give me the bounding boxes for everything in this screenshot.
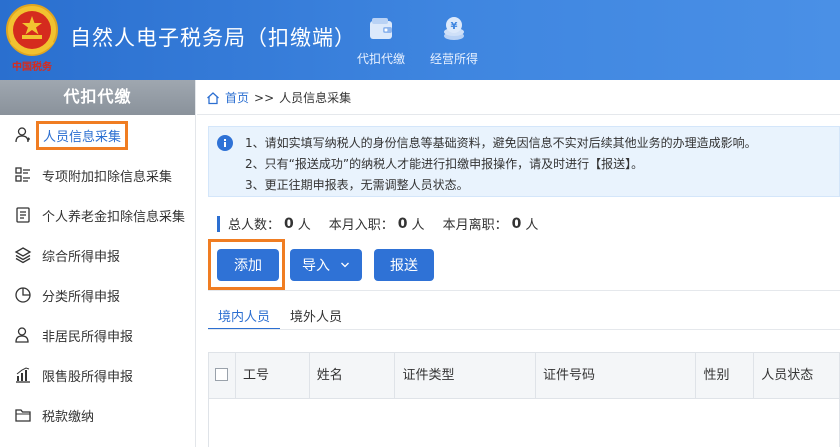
column-header[interactable]: 证件号码 (536, 353, 697, 399)
tab-domestic[interactable]: 境内人员 (208, 298, 281, 330)
personnel-tabs: 境内人员 境外人员 (208, 298, 352, 330)
column-header[interactable]: 工号 (236, 353, 310, 399)
notice-box: 1、请如实填写纳税人的身份信息等基础资料，避免因信息不实对后续其他业务的办理造成… (208, 126, 840, 197)
nav-withholding[interactable]: 代扣代缴 (346, 10, 416, 67)
sidebar-item-label: 限售股所得申报 (42, 369, 134, 385)
document-icon (16, 207, 30, 223)
sidebar: 代扣代缴 人员信息采集 专项附加扣除信息采集 个人养老金扣除信息采集 综合所得申… (0, 80, 196, 447)
import-button-label: 导入 (302, 258, 330, 274)
sidebar-item-label: 综合所得申报 (42, 249, 121, 265)
hired-label: 本月入职： (328, 218, 394, 233)
sidebar-title: 代扣代缴 (0, 80, 195, 115)
list-icon (15, 167, 30, 182)
sidebar-item-pension-deduction[interactable]: 个人养老金扣除信息采集 (0, 195, 195, 235)
stats-accent-bar (217, 215, 220, 232)
home-icon (207, 91, 219, 104)
personnel-table: 工号 姓名 证件类型 证件号码 性别 人员状态 (208, 352, 840, 447)
import-button[interactable]: 导入 (290, 249, 362, 281)
app-header: 中国税务 自然人电子税务局（扣缴端） 代扣代缴 ¥ 经营所得 (0, 0, 840, 80)
notice-line: 2、只有“报送成功”的纳税人才能进行扣缴申报操作，请及时进行【报送】。 (245, 157, 644, 171)
total-value: 0 (284, 215, 294, 232)
breadcrumb: 首页 >> 人员信息采集 (206, 89, 351, 106)
sidebar-item-label: 税款缴纳 (42, 409, 95, 425)
personnel-stats: 总人数： 0 人 本月入职： 0 人 本月离职： 0 人 (217, 214, 538, 233)
breadcrumb-home-link[interactable]: 首页 (225, 89, 249, 106)
main-content: 首页 >> 人员信息采集 1、请如实填写纳税人的身份信息等基础资料，避免因信息不… (197, 80, 840, 447)
wallet-icon (370, 18, 392, 39)
tabs-underline (208, 329, 840, 330)
total-unit: 人 (297, 218, 311, 233)
column-header[interactable]: 证件类型 (395, 353, 536, 399)
sidebar-item-label: 个人养老金扣除信息采集 (42, 209, 186, 225)
hired-value: 0 (397, 215, 408, 232)
add-button[interactable]: 添加 (217, 249, 279, 281)
breadcrumb-separator: >> (254, 90, 275, 105)
sidebar-item-personnel-info[interactable]: 人员信息采集 (0, 115, 195, 155)
report-button[interactable]: 报送 (374, 249, 434, 281)
divider (208, 290, 840, 291)
nav-withholding-label: 代扣代缴 (356, 52, 405, 66)
hired-unit: 人 (411, 218, 425, 233)
nav-business-income[interactable]: ¥ 经营所得 (419, 10, 489, 67)
tax-emblem-logo: 中国税务 (6, 4, 58, 73)
sidebar-item-special-deduction[interactable]: 专项附加扣除信息采集 (0, 155, 195, 195)
app-title: 自然人电子税务局（扣缴端） (70, 26, 356, 50)
tab-overseas[interactable]: 境外人员 (280, 298, 352, 330)
sidebar-item-classified-income[interactable]: 分类所得申报 (0, 275, 195, 315)
total-label: 总人数： (228, 218, 281, 233)
column-header[interactable]: 姓名 (310, 353, 396, 399)
sidebar-item-label: 专项附加扣除信息采集 (42, 169, 173, 185)
left-value: 0 (511, 215, 522, 232)
coins-icon: ¥ (444, 17, 464, 40)
sidebar-item-comprehensive-income[interactable]: 综合所得申报 (0, 235, 195, 275)
table-header: 工号 姓名 证件类型 证件号码 性别 人员状态 (209, 353, 839, 399)
emblem-text: 中国税务 (12, 60, 53, 73)
notice-line: 1、请如实填写纳税人的身份信息等基础资料，避免因信息不实对后续其他业务的办理造成… (245, 136, 757, 150)
notice-line: 3、更正往期申报表，无需调整人员状态。 (245, 178, 469, 192)
select-all-cell (209, 353, 236, 399)
svg-text:¥: ¥ (451, 21, 458, 32)
bar-chart-icon (16, 367, 30, 383)
breadcrumb-current: 人员信息采集 (279, 91, 352, 105)
person-icon (15, 127, 30, 143)
select-all-checkbox[interactable] (215, 368, 228, 381)
chevron-down-icon (341, 262, 349, 268)
info-icon (217, 135, 233, 151)
sidebar-item-label: 人员信息采集 (36, 120, 129, 150)
sidebar-item-nonresident-income[interactable]: 非居民所得申报 (0, 315, 195, 355)
user-outline-icon (15, 327, 29, 343)
column-header[interactable]: 人员状态 (754, 353, 839, 399)
sidebar-item-tax-payment[interactable]: 税款缴纳 (0, 395, 195, 435)
divider (197, 114, 840, 115)
pie-icon (15, 287, 31, 303)
layers-icon (14, 247, 32, 264)
left-label: 本月离职： (442, 218, 508, 233)
sidebar-item-label: 分类所得申报 (42, 289, 121, 305)
folder-icon (15, 409, 31, 422)
sidebar-item-restricted-shares[interactable]: 限售股所得申报 (0, 355, 195, 395)
nav-business-income-label: 经营所得 (429, 52, 478, 66)
left-unit: 人 (525, 218, 539, 233)
column-header[interactable]: 性别 (696, 353, 755, 399)
sidebar-item-label: 非居民所得申报 (42, 329, 134, 345)
